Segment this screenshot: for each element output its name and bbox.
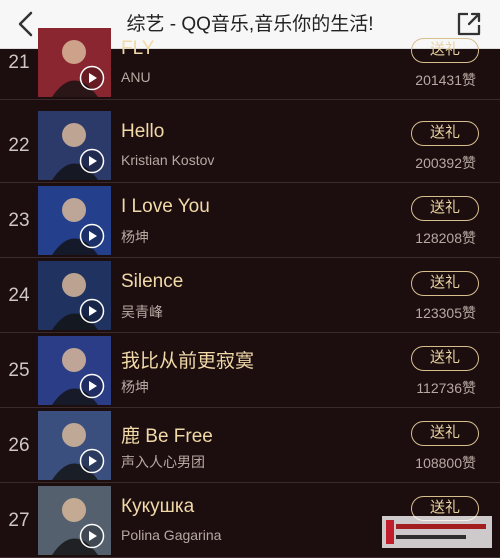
- send-gift-button[interactable]: 送礼: [411, 196, 479, 221]
- rank-number: 24: [8, 285, 30, 306]
- artist-name[interactable]: Polina Gagarina: [121, 527, 221, 543]
- list-item[interactable]: 22 Hello Kristian Kostov 送礼 200392赞: [0, 108, 500, 183]
- list-item[interactable]: 26 鹿 Be Free 声入人心男团 送礼 108800赞: [0, 408, 500, 483]
- video-thumbnail[interactable]: [38, 261, 111, 330]
- rank-number: 23: [8, 210, 30, 231]
- list-item[interactable]: 23 I Love You 杨坤 送礼 128208赞: [0, 183, 500, 258]
- send-gift-button[interactable]: 送礼: [411, 121, 479, 146]
- play-icon[interactable]: [79, 523, 105, 549]
- rank-number: 27: [8, 510, 30, 531]
- song-title[interactable]: 鹿 Be Free: [121, 421, 213, 448]
- video-thumbnail[interactable]: [38, 411, 111, 480]
- send-gift-button[interactable]: 送礼: [411, 346, 479, 371]
- rank-number: 26: [8, 435, 30, 456]
- artist-name[interactable]: 声入人心男团: [121, 452, 205, 472]
- play-icon[interactable]: [79, 448, 105, 474]
- song-title[interactable]: Hello: [121, 121, 164, 143]
- video-thumbnail[interactable]: [38, 336, 111, 405]
- video-thumbnail[interactable]: [38, 486, 111, 555]
- rank-number: 22: [8, 135, 30, 156]
- song-title[interactable]: 我比从前更寂寞: [121, 346, 254, 373]
- like-count: 128208赞: [415, 230, 476, 246]
- song-title[interactable]: I Love You: [121, 196, 210, 218]
- play-icon[interactable]: [79, 223, 105, 249]
- like-count: 112736赞: [416, 380, 476, 396]
- artist-name[interactable]: Kristian Kostov: [121, 152, 214, 168]
- song-title[interactable]: Кукушка: [121, 496, 194, 518]
- artist-name[interactable]: 杨坤: [121, 227, 149, 247]
- send-gift-button[interactable]: 送礼: [411, 421, 479, 446]
- like-count: 123305赞: [415, 305, 476, 321]
- play-icon[interactable]: [79, 65, 105, 91]
- like-count: 200392赞: [415, 155, 476, 171]
- list-item[interactable]: 24 Silence 吴青峰 送礼 123305赞: [0, 258, 500, 333]
- video-thumbnail[interactable]: [38, 111, 111, 180]
- song-title[interactable]: FLY: [121, 38, 154, 60]
- like-count: 201431赞: [415, 72, 476, 88]
- watermark-logo: [382, 516, 492, 548]
- send-gift-button[interactable]: 送礼: [411, 271, 479, 296]
- song-title[interactable]: Silence: [121, 271, 183, 293]
- rank-number: 21: [8, 52, 30, 73]
- video-thumbnail[interactable]: [38, 186, 111, 255]
- play-icon[interactable]: [79, 373, 105, 399]
- video-thumbnail[interactable]: [38, 28, 111, 97]
- like-count: 108800赞: [415, 455, 476, 471]
- rank-number: 25: [8, 360, 30, 381]
- artist-name[interactable]: 杨坤: [121, 377, 149, 397]
- play-icon[interactable]: [79, 148, 105, 174]
- send-gift-button[interactable]: 送礼: [411, 38, 479, 63]
- play-icon[interactable]: [79, 298, 105, 324]
- list-item[interactable]: 25 我比从前更寂寞 杨坤 送礼 112736赞: [0, 333, 500, 408]
- artist-name[interactable]: 吴青峰: [121, 302, 163, 322]
- artist-name[interactable]: ANU: [121, 69, 151, 85]
- list-item[interactable]: 21 FLY ANU 送礼 201431赞: [0, 25, 500, 100]
